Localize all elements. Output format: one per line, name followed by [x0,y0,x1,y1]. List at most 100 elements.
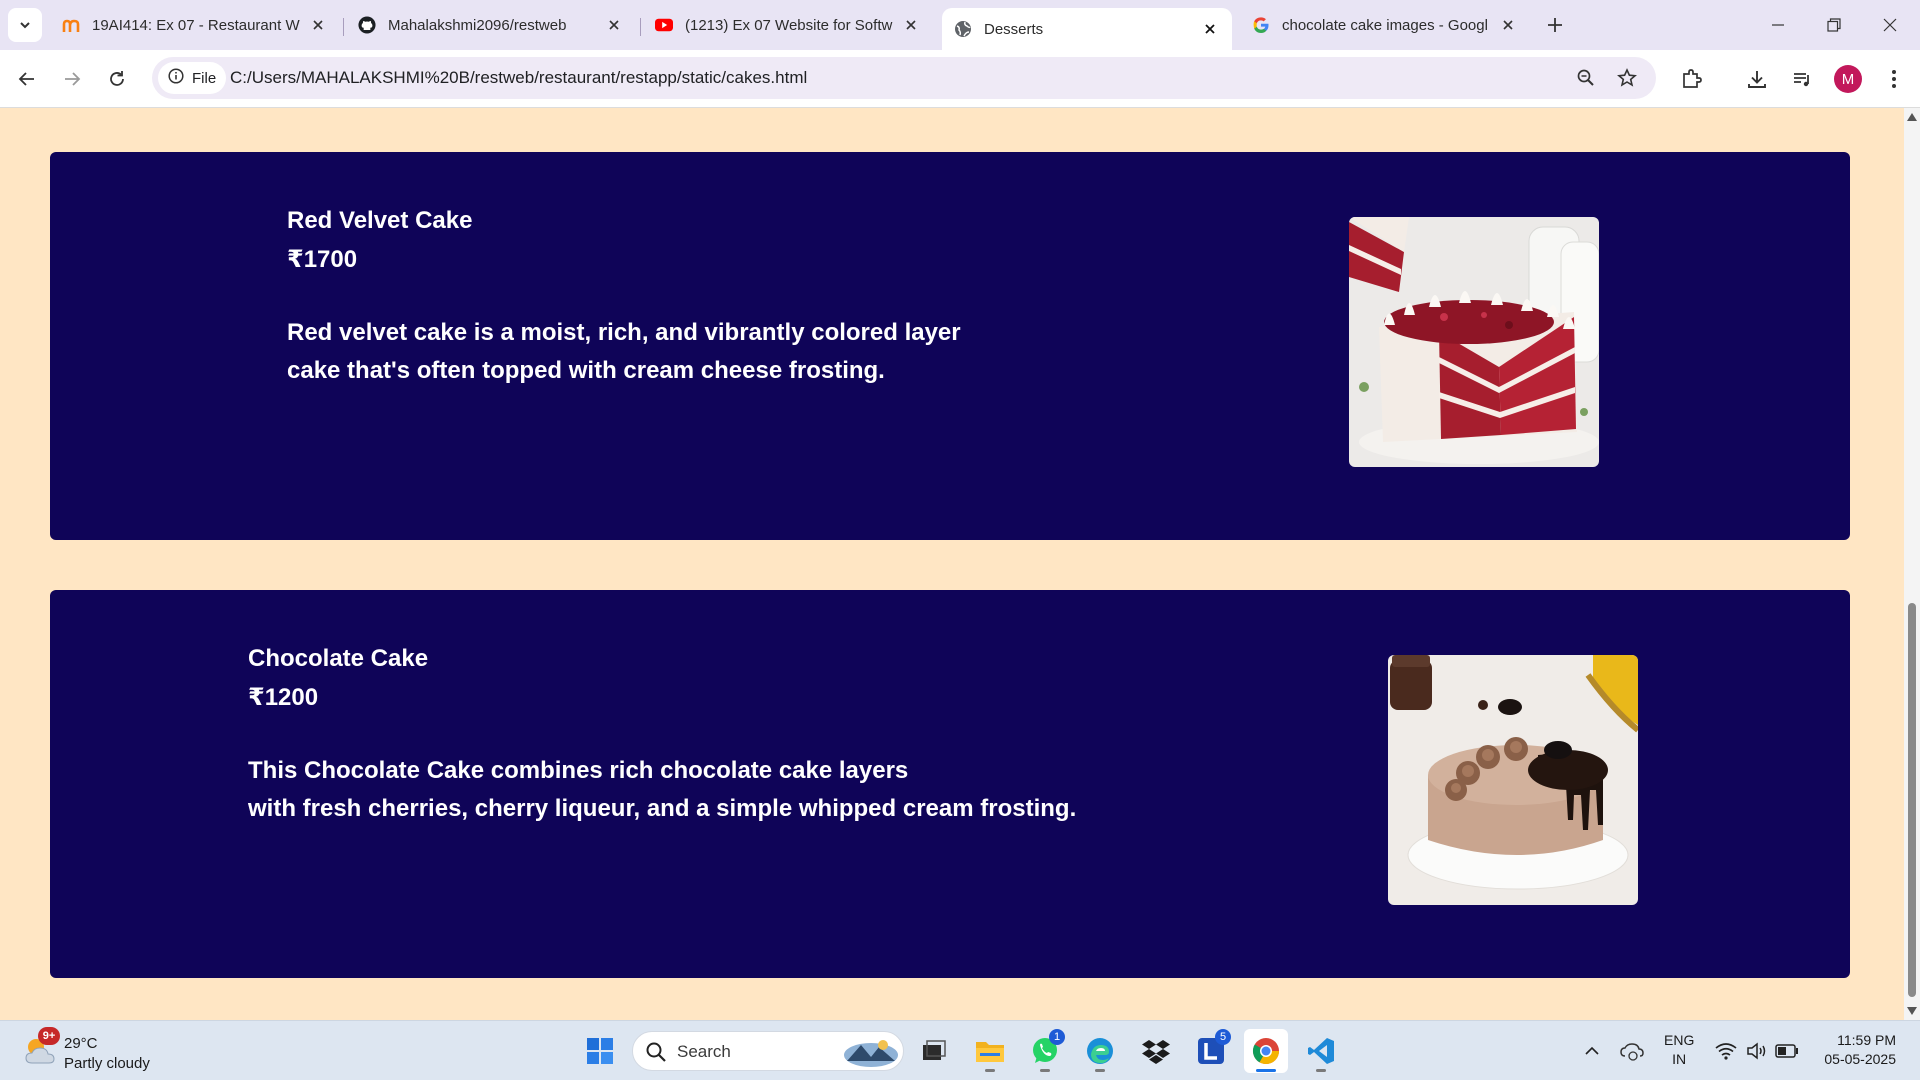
weather-condition: Partly cloudy [64,1055,150,1072]
tab-github[interactable]: Mahalakshmi2096/restweb [346,8,636,42]
tab-separator [640,18,641,36]
close-tab-icon[interactable] [1498,15,1518,35]
info-icon [168,68,184,88]
dropbox-icon [1142,1040,1170,1064]
kebab-menu-icon [1892,70,1896,88]
chevron-down-icon [20,22,30,29]
url-text[interactable]: C:/Users/MAHALAKSHMI%20B/restweb/restaur… [230,68,807,88]
download-icon [1748,71,1766,88]
task-view-button[interactable] [912,1029,956,1073]
close-tab-icon[interactable] [308,15,328,35]
zoom-icon[interactable] [1572,64,1600,92]
address-bar[interactable]: File C:/Users/MAHALAKSHMI%20B/restweb/re… [152,57,1656,99]
arrow-left-icon [18,72,34,86]
item-price: ₹1200 [248,684,319,711]
moodle-icon [62,16,80,34]
close-tab-icon[interactable] [1200,19,1220,39]
extensions-button[interactable] [1673,61,1709,97]
restore-button[interactable] [1814,10,1854,40]
battery-icon[interactable] [1775,1039,1799,1063]
media-queue-icon [1794,73,1809,87]
lens-app-button[interactable]: 5 [1189,1029,1233,1073]
page-scrollbar[interactable] [1904,108,1920,1020]
close-tab-icon[interactable] [604,15,624,35]
minimize-button[interactable] [1758,10,1798,40]
downloads-button[interactable] [1739,61,1775,97]
item-description: This Chocolate Cake combines rich chocol… [248,757,1077,822]
chevron-up-icon[interactable] [1580,1039,1604,1063]
bookmark-star-icon[interactable] [1613,64,1641,92]
reload-icon [110,71,124,86]
chrome-icon [1252,1038,1280,1065]
media-controls-button[interactable] [1784,61,1820,97]
language-indicator[interactable]: ENG IN [1664,1031,1694,1069]
folder-icon [976,1042,1004,1062]
system-clock[interactable]: 11:59 PM 05-05-2025 [1810,1031,1896,1069]
tab-desserts[interactable]: Desserts [942,8,1232,50]
github-icon [358,16,376,34]
scroll-up-icon[interactable] [1907,112,1917,122]
start-button[interactable] [578,1029,622,1073]
vscode-icon [1308,1038,1334,1064]
item-price: ₹1700 [287,246,358,273]
taskbar-search[interactable]: Search [632,1031,904,1071]
chocolate-cake-photo [1388,655,1638,905]
globe-icon [954,20,972,38]
onedrive-sync-icon[interactable] [1620,1039,1644,1063]
new-tab-button[interactable] [1541,11,1569,39]
search-highlight-image [844,1040,898,1067]
tab-youtube[interactable]: (1213) Ex 07 Website for Softwa [643,8,933,42]
notification-badge: 5 [1215,1029,1231,1045]
whatsapp-button[interactable]: 1 [1023,1029,1067,1073]
task-view-icon [923,1040,946,1060]
scrollbar-thumb[interactable] [1908,603,1916,997]
forward-button[interactable] [54,61,90,97]
profile-avatar[interactable]: M [1834,65,1862,93]
site-info-chip[interactable]: File [158,62,227,94]
minimize-icon [1772,24,1784,26]
close-tab-icon[interactable] [901,15,921,35]
search-placeholder: Search [677,1042,731,1061]
close-window-button[interactable] [1870,10,1910,40]
file-explorer-button[interactable] [968,1029,1012,1073]
menu-item-card: Red Velvet Cake ₹1700 Red velvet cake is… [50,152,1850,540]
scroll-down-icon[interactable] [1907,1006,1917,1016]
item-name: Red Velvet Cake [287,207,473,234]
tab-search-button[interactable] [8,8,42,42]
close-icon [1883,18,1897,32]
vscode-button[interactable] [1299,1029,1343,1073]
item-description: Red velvet cake is a moist, rich, and vi… [287,319,961,384]
weather-alert-badge: 9+ [38,1027,60,1045]
tab-separator [343,18,344,36]
edge-icon [1087,1038,1113,1064]
wifi-icon[interactable] [1714,1039,1738,1063]
youtube-icon [655,16,673,34]
weather-temp: 29°C [64,1035,98,1052]
plus-icon [1548,18,1562,32]
tab-strip: 19AI414: Ex 07 - Restaurant We Mahalaksh… [0,0,1920,50]
edge-button[interactable] [1078,1029,1122,1073]
taskbar: 9+ 29°C Partly cloudy Search 1 5 ENG IN … [0,1020,1920,1080]
windows-logo-icon [587,1038,613,1064]
google-icon [1252,16,1270,34]
puzzle-icon [1683,69,1702,88]
chrome-button[interactable] [1244,1029,1288,1073]
page-viewport: Red Velvet Cake ₹1700 Red velvet cake is… [0,108,1904,1020]
weather-widget[interactable]: 9+ 29°C Partly cloudy [22,1027,202,1075]
site-info-label: File [192,69,217,87]
restore-icon [1827,18,1841,32]
browser-menu-button[interactable] [1876,61,1912,97]
back-button[interactable] [9,61,45,97]
arrow-right-icon [65,72,81,86]
dropbox-button[interactable] [1134,1029,1178,1073]
notification-badge: 1 [1049,1029,1065,1045]
volume-icon[interactable] [1745,1039,1769,1063]
browser-toolbar: File C:/Users/MAHALAKSHMI%20B/restweb/re… [0,50,1920,108]
reload-button[interactable] [99,61,135,97]
tab-google[interactable]: chocolate cake images - Googl [1240,8,1530,42]
red-velvet-cake-photo [1349,217,1599,467]
item-name: Chocolate Cake [248,645,429,672]
search-icon [646,1042,666,1062]
tab-moodle[interactable]: 19AI414: Ex 07 - Restaurant We [50,8,340,42]
menu-item-card: Chocolate Cake ₹1200 This Chocolate Cake… [50,590,1850,978]
